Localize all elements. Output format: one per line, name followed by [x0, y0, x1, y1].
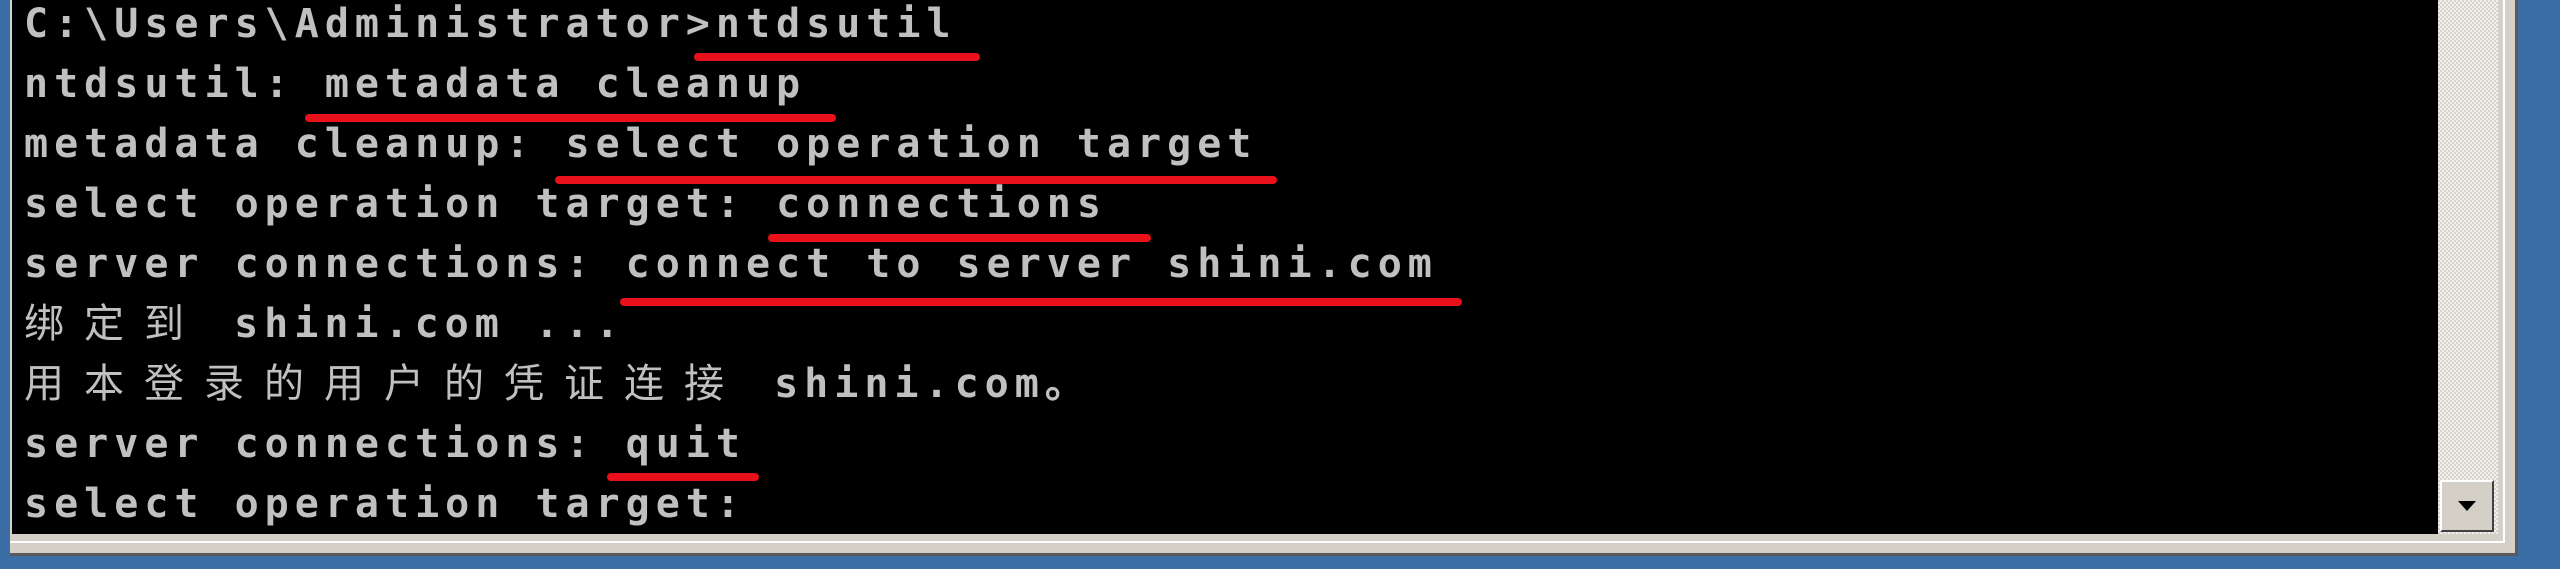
prompt: metadata cleanup: — [24, 121, 566, 167]
red-underline-annotation — [620, 298, 1462, 306]
console-line: server connections: connect to server sh… — [24, 234, 1438, 294]
prompt: server connections: — [24, 421, 626, 467]
desktop-edge — [0, 0, 10, 560]
prompt: ntdsutil: — [24, 61, 325, 107]
output-cjk: 绑定到 — [24, 301, 204, 347]
command: metadata cleanup — [324, 61, 807, 107]
output: shini.com。 — [744, 361, 1091, 407]
command: quit — [625, 421, 746, 467]
output-cjk: 用本登录的用户的凭证连接 — [24, 361, 744, 407]
console-line: 用本登录的用户的凭证连接 shini.com。 — [24, 354, 1438, 414]
console-output[interactable]: C:\Users\Administrator>ntdsutil ntdsutil… — [12, 0, 2438, 534]
prompt: C:\Users\Administrator> — [24, 1, 716, 47]
console-line: metadata cleanup: select operation targe… — [24, 114, 1438, 174]
prompt: server connections: — [24, 241, 626, 287]
red-underline-annotation — [768, 234, 1151, 242]
red-underline-annotation — [305, 114, 836, 122]
red-underline-annotation — [555, 176, 1277, 184]
vertical-scrollbar[interactable] — [2438, 0, 2498, 534]
console-line: ntdsutil: metadata cleanup — [24, 54, 1438, 114]
console-line: select operation target: — [24, 474, 1438, 534]
command: ntdsutil — [715, 1, 957, 47]
command: connect to server shini.com — [625, 241, 1438, 287]
red-underline-annotation — [607, 473, 759, 481]
command: connections — [776, 181, 1107, 227]
red-underline-annotation — [694, 53, 980, 61]
prompt: select operation target: — [24, 181, 777, 227]
command: select operation target — [565, 121, 1258, 167]
scroll-down-button[interactable] — [2440, 480, 2494, 532]
prompt: select operation target: — [24, 481, 746, 527]
console-line: server connections: quit — [24, 414, 1438, 474]
console-line: C:\Users\Administrator>ntdsutil — [24, 0, 1438, 54]
triangle-down-icon — [2458, 501, 2476, 511]
output: shini.com ... — [204, 301, 626, 347]
